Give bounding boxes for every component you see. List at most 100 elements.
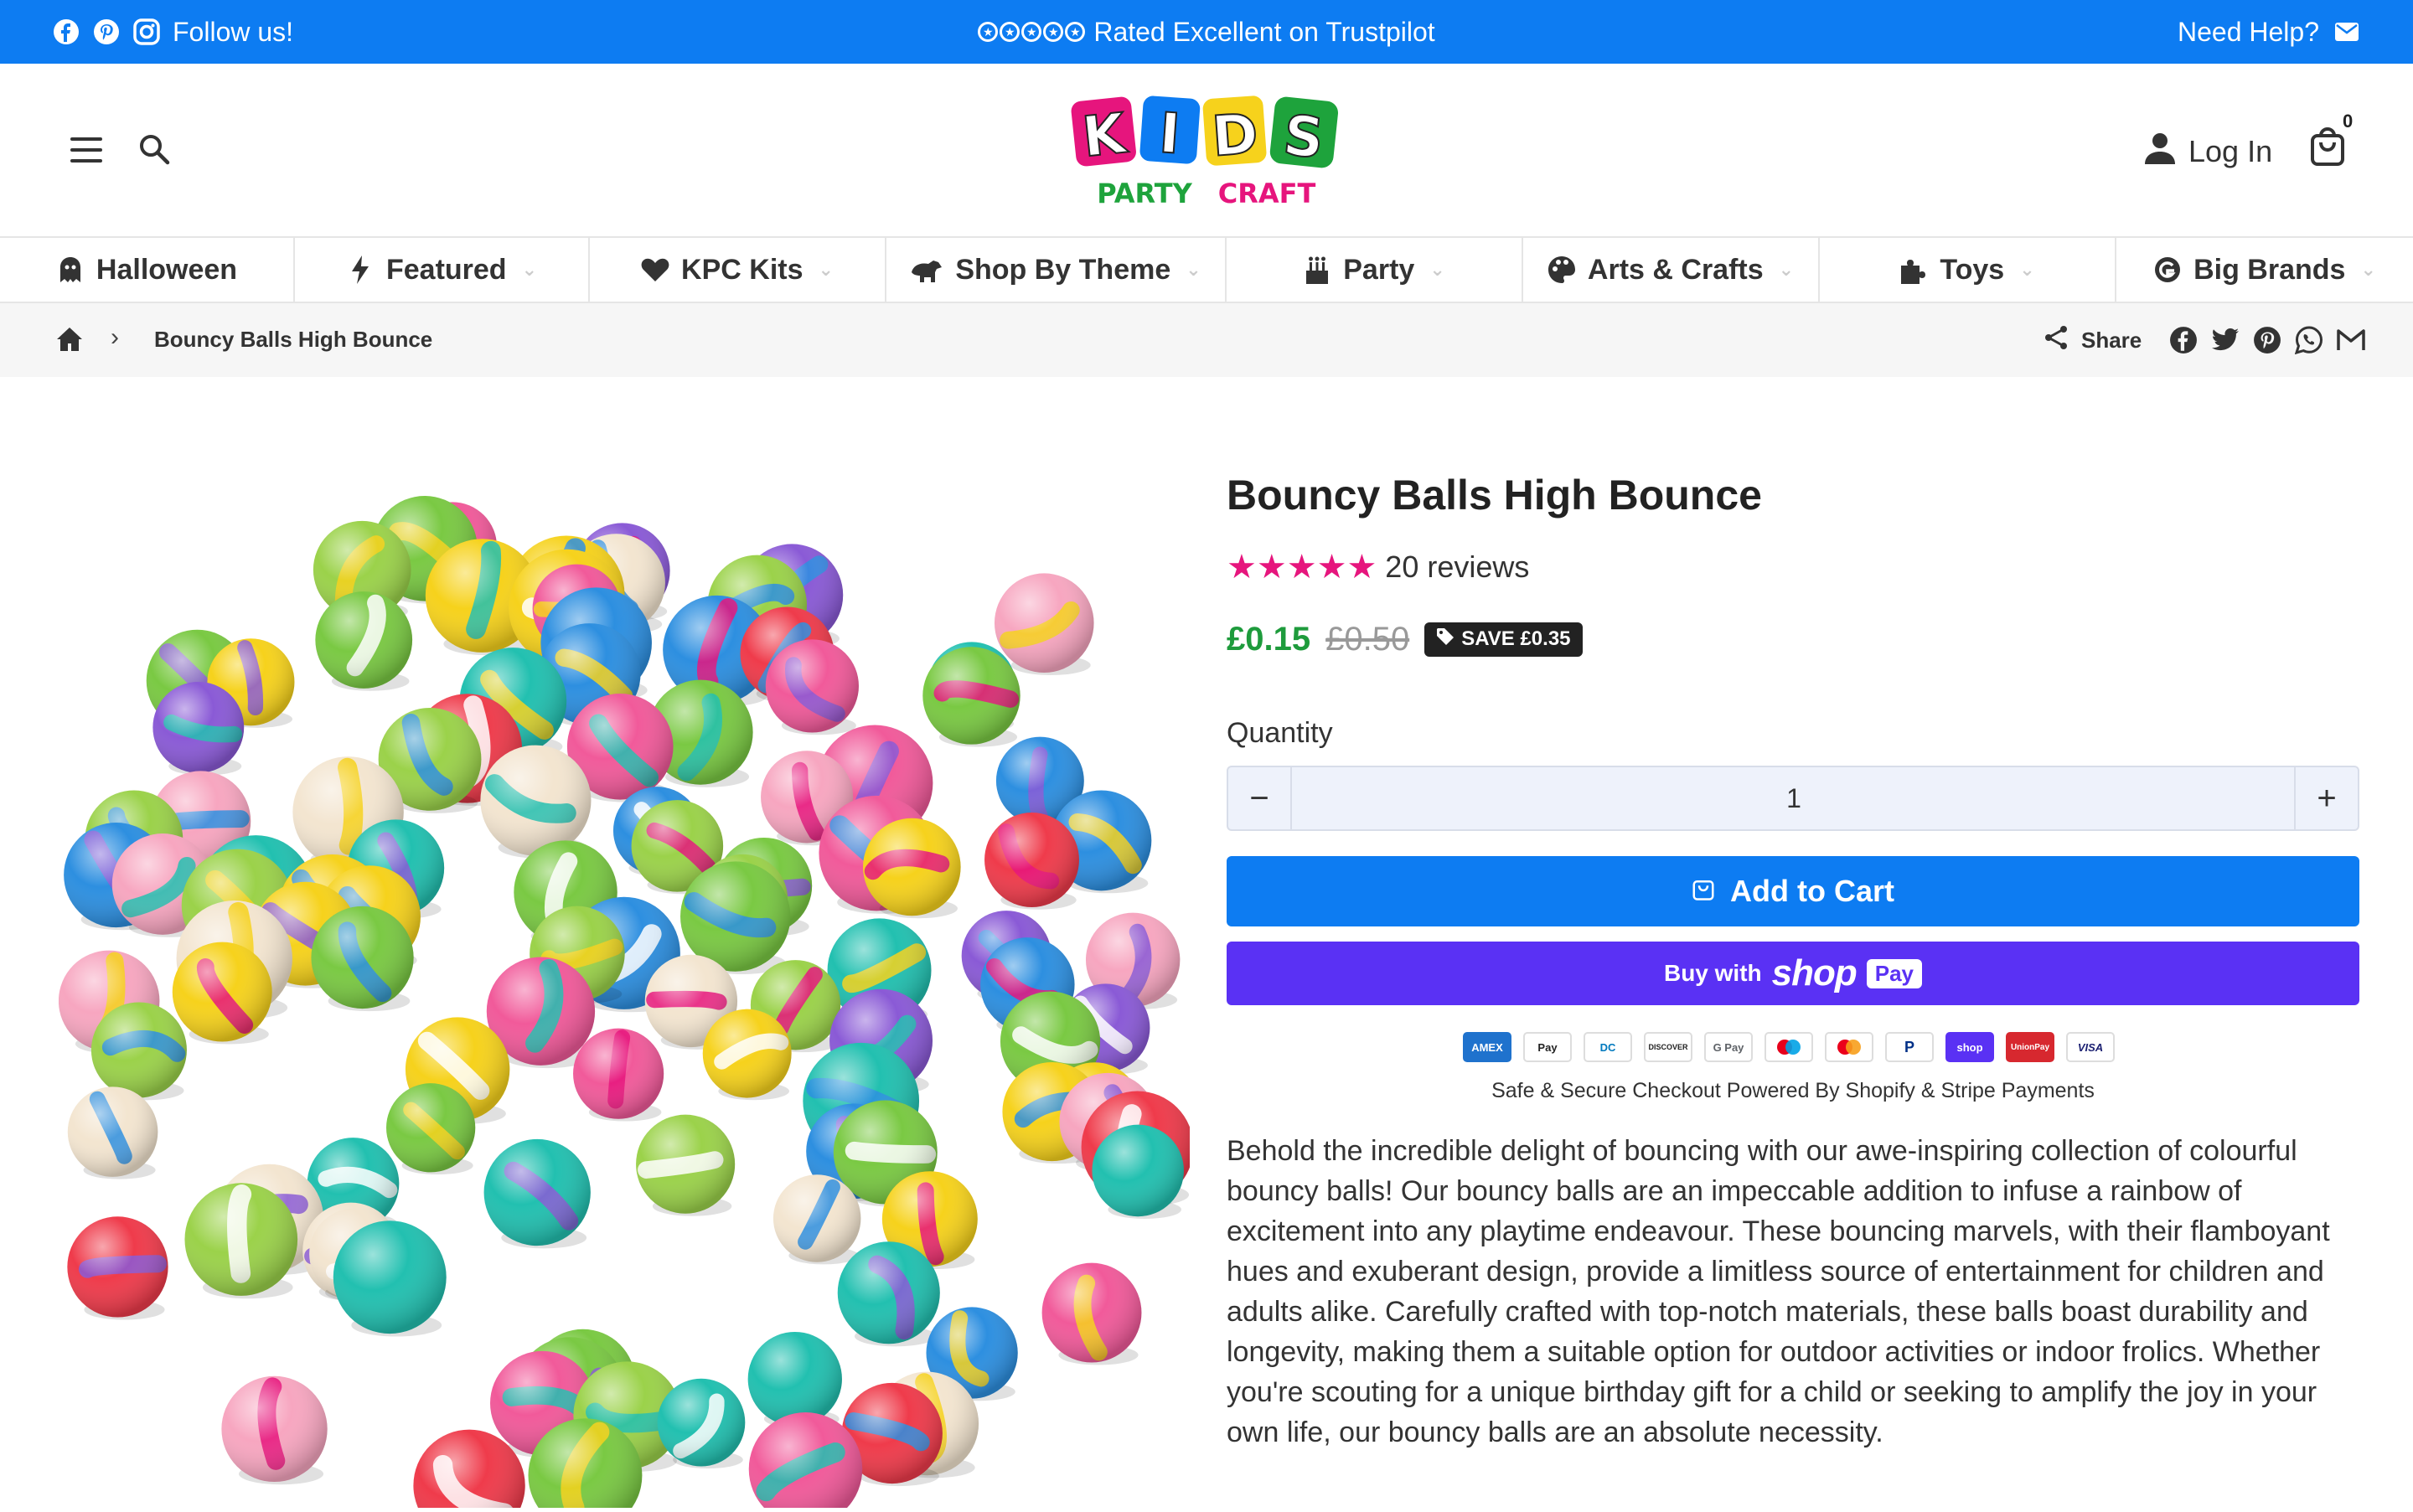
ball <box>152 681 245 776</box>
chevron-down-icon: ⌄ <box>818 259 834 280</box>
product-description: Behold the incredible delight of bouncin… <box>1227 1135 2330 1448</box>
nav-item-party[interactable]: Party ⌄ <box>1227 238 1523 302</box>
nav-label-kpc-kits: KPC Kits <box>681 253 803 286</box>
cake-icon <box>1303 255 1331 284</box>
share-button[interactable]: Share <box>2043 323 2142 357</box>
site-header: K I D S PARTY CRAFT Log In 0 <box>0 64 2413 238</box>
chevron-down-icon: ⌄ <box>1429 259 1445 280</box>
ball <box>765 639 859 735</box>
review-count: 20 reviews <box>1385 550 1530 584</box>
tag-icon <box>1436 627 1455 652</box>
chevron-down-icon: ⌄ <box>521 259 538 280</box>
nav-item-kpc-kits[interactable]: KPC Kits ⌄ <box>590 238 886 302</box>
secure-checkout-note: Safe & Secure Checkout Powered By Shopif… <box>1491 1079 2095 1102</box>
mastercard-icon <box>1825 1032 1873 1062</box>
ball <box>483 1138 591 1249</box>
add-to-cart-label: Add to Cart <box>1730 874 1894 908</box>
svg-text:S: S <box>1280 103 1326 172</box>
heart-icon <box>641 255 669 284</box>
ball <box>984 813 1079 910</box>
payment-methods: AMEX Pay DC DISCOVER G Pay P shop UnionP… <box>1463 1032 2115 1062</box>
nav-item-shop-by-theme[interactable]: Shop By Theme ⌄ <box>886 238 1227 302</box>
nav-label-halloween: Halloween <box>96 253 238 286</box>
ball <box>636 1114 736 1216</box>
facebook-share-icon[interactable] <box>2168 325 2199 355</box>
save-badge: SAVE £0.35 <box>1424 622 1583 657</box>
nav-item-toys[interactable]: Toys ⌄ <box>1820 238 2116 302</box>
nav-label-shop-by-theme: Shop By Theme <box>955 253 1171 286</box>
unionpay-icon: UnionPay <box>2006 1032 2054 1062</box>
apple-pay-icon: Pay <box>1523 1032 1572 1062</box>
shop-pay-button[interactable]: Buy with shop Pay <box>1227 942 2359 1005</box>
trustpilot-banner[interactable]: ★ ★ ★ ★ ★ Rated Excellent on Trustpilot <box>0 0 2413 64</box>
announcement-bar: Follow us! ★ ★ ★ ★ ★ Rated Excellent on Trus… <box>0 0 2413 64</box>
menu-icon[interactable] <box>70 137 102 163</box>
search-icon[interactable] <box>137 132 171 166</box>
compare-price: £0.50 <box>1325 620 1410 658</box>
quantity-label: Quantity <box>1227 717 1333 749</box>
nav-item-big-brands[interactable]: Big Brands ⌄ <box>2116 238 2413 302</box>
breadcrumb: › Bouncy Balls High Bounce Share <box>0 303 2413 377</box>
bolt-icon <box>346 255 375 284</box>
svg-text:D: D <box>1210 101 1260 169</box>
ball <box>90 1002 187 1101</box>
trustpilot-text: Rated Excellent on Trustpilot <box>1093 16 1435 47</box>
user-icon <box>2145 132 2175 172</box>
ball <box>1092 1124 1184 1219</box>
diners-club-icon: DC <box>1584 1032 1632 1062</box>
cart-icon[interactable] <box>2309 126 2346 168</box>
nav-item-arts-crafts[interactable]: Arts & Crafts ⌄ <box>1523 238 1820 302</box>
google-pay-icon: G Pay <box>1704 1032 1753 1062</box>
nav-label-big-brands: Big Brands <box>2193 253 2346 286</box>
ball <box>311 906 414 1012</box>
chevron-down-icon: ⌄ <box>2360 259 2376 280</box>
ball <box>386 1083 476 1175</box>
shop-pay-icon: shop <box>1945 1032 1994 1062</box>
need-help-label: Need Help? <box>2178 16 2319 47</box>
ball <box>172 942 272 1045</box>
amex-icon: AMEX <box>1463 1032 1511 1062</box>
rating-stars-icon: ★★★★★ <box>1227 549 1377 586</box>
svg-text:PARTY: PARTY <box>1097 178 1192 209</box>
twitter-share-icon[interactable] <box>2210 325 2240 355</box>
site-logo[interactable]: K I D S PARTY CRAFT <box>1071 85 1342 211</box>
breadcrumb-separator: › <box>111 323 119 351</box>
svg-text:CRAFT: CRAFT <box>1218 178 1316 209</box>
quantity-decrease-button[interactable]: − <box>1228 767 1292 829</box>
chevron-down-icon: ⌄ <box>1778 259 1795 280</box>
puzzle-icon <box>1899 255 1928 284</box>
cart-count-badge: 0 <box>2343 111 2354 132</box>
nav-item-featured[interactable]: Featured ⌄ <box>295 238 590 302</box>
need-help-link[interactable]: Need Help? <box>2178 0 2361 64</box>
home-icon[interactable] <box>55 325 84 353</box>
pay-badge: Pay <box>1866 958 1923 988</box>
ball <box>702 1009 792 1101</box>
nav-item-halloween[interactable]: Halloween <box>0 238 295 302</box>
buy-with-label: Buy with <box>1663 960 1762 986</box>
share-label: Share <box>2081 327 2142 353</box>
share-icon <box>2043 324 2069 357</box>
discover-icon: DISCOVER <box>1644 1032 1692 1062</box>
pinterest-share-icon[interactable] <box>2252 325 2282 355</box>
dinosaur-icon <box>910 255 943 284</box>
ball <box>315 591 413 691</box>
add-to-cart-button[interactable]: Add to Cart <box>1227 856 2359 926</box>
product-rating[interactable]: ★★★★★ 20 reviews <box>1227 546 1529 588</box>
chevron-down-icon: ⌄ <box>1186 259 1201 280</box>
quantity-input[interactable] <box>1294 767 2294 829</box>
maestro-icon <box>1765 1032 1813 1062</box>
quantity-increase-button[interactable]: + <box>2294 767 2358 829</box>
ball <box>573 1028 664 1122</box>
ball <box>994 573 1094 675</box>
ball <box>67 1086 158 1179</box>
nav-label-arts-crafts: Arts & Crafts <box>1587 253 1764 286</box>
mail-icon <box>2333 18 2361 46</box>
product-image[interactable] <box>58 469 1194 1512</box>
whatsapp-share-icon[interactable] <box>2294 325 2324 355</box>
email-share-icon[interactable] <box>2336 325 2366 355</box>
palette-icon <box>1548 255 1576 284</box>
shop-pay-logo: shop <box>1771 952 1858 993</box>
ball <box>837 1241 940 1347</box>
login-link[interactable]: Log In <box>2145 131 2272 173</box>
share-icons <box>2168 323 2366 357</box>
